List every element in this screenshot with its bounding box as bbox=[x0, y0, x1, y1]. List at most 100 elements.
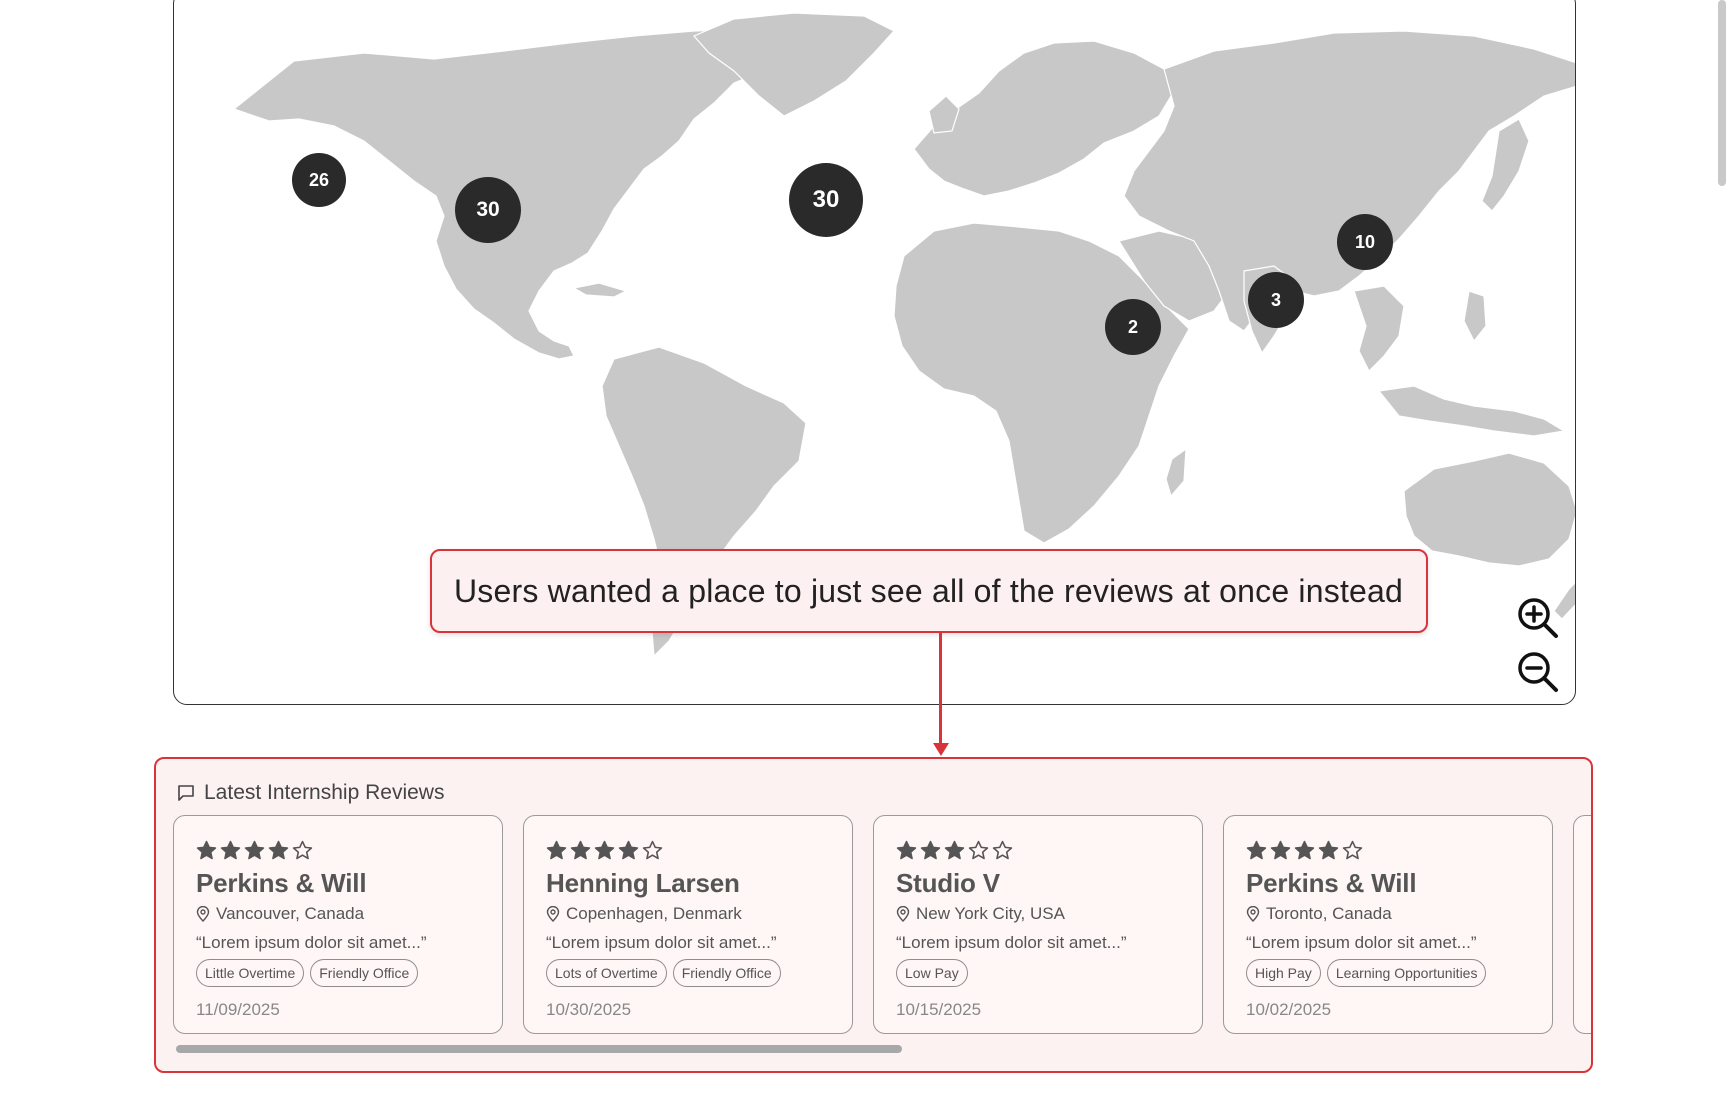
star-rating bbox=[546, 840, 663, 861]
japan-land bbox=[1481, 118, 1530, 212]
star-rating bbox=[896, 840, 1013, 861]
tag-list: Low Pay bbox=[896, 959, 968, 987]
company-name: Perkins & Will bbox=[1246, 868, 1417, 898]
zoom-in-icon bbox=[1518, 598, 1558, 638]
location-text: New York City, USA bbox=[916, 904, 1065, 923]
star-empty-icon bbox=[1342, 840, 1363, 860]
page-scrollbar[interactable] bbox=[1714, 0, 1728, 1104]
tag-chip[interactable]: Little Overtime bbox=[196, 959, 305, 987]
review-card[interactable]: Perkins & Will Toronto, Canada “Lorem ipsu… bbox=[1223, 815, 1553, 1034]
review-date: 10/30/2025 bbox=[546, 1000, 632, 1019]
annotation-arrow-head bbox=[933, 743, 949, 756]
tag-list: Lots of Overtime Friendly Office bbox=[546, 959, 781, 987]
philippines-land bbox=[1463, 290, 1487, 343]
review-cards-carousel[interactable]: Perkins & Will Vancouver, Canada “Lorem ip… bbox=[173, 815, 1591, 1035]
cluster-count: 26 bbox=[308, 169, 330, 190]
cluster-count: 30 bbox=[476, 198, 500, 221]
review-card[interactable]: Henning Larsen Copenhagen, Denmark “Lorem … bbox=[523, 815, 853, 1034]
cluster-count: 2 bbox=[1127, 316, 1138, 337]
tag-chip[interactable]: Lots of Overtime bbox=[546, 959, 667, 987]
location: New York City, USA bbox=[896, 904, 1065, 924]
star-filled-icon bbox=[896, 840, 917, 860]
review-excerpt: “Lorem ipsum dolor sit amet...” bbox=[196, 933, 427, 952]
star-filled-icon bbox=[546, 840, 567, 860]
zoom-out-icon bbox=[1518, 652, 1558, 692]
tag-list: High Pay Learning Opportunities bbox=[1246, 959, 1487, 987]
star-filled-icon bbox=[618, 840, 639, 860]
tag-list: Little Overtime Friendly Office bbox=[196, 959, 419, 987]
indonesia-land bbox=[1377, 385, 1566, 437]
star-rating bbox=[196, 840, 313, 861]
star-filled-icon bbox=[1246, 840, 1267, 860]
cluster-southeast-asia[interactable]: 3 bbox=[1248, 272, 1304, 328]
annotation-text: Users wanted a place to just see all of … bbox=[454, 572, 1404, 609]
carousel-scrollbar[interactable] bbox=[176, 1045, 902, 1053]
tag-chip[interactable]: Low Pay bbox=[896, 959, 968, 987]
annotation-callout: Users wanted a place to just see all of … bbox=[430, 549, 1428, 633]
company-name: Studio V bbox=[896, 868, 1000, 898]
zoom-out-button[interactable] bbox=[1516, 650, 1560, 694]
section-title: Latest Internship Reviews bbox=[204, 781, 445, 804]
southeast-asia-land bbox=[1353, 285, 1405, 373]
madagascar-land bbox=[1165, 447, 1187, 498]
section-header: Latest Internship Reviews bbox=[176, 781, 444, 805]
map-pin-icon bbox=[546, 906, 560, 922]
review-date: 10/15/2025 bbox=[896, 1000, 982, 1019]
review-excerpt: “Lorem ipsum dolor sit amet...” bbox=[1246, 933, 1477, 952]
tag-chip[interactable]: Friendly Office bbox=[672, 959, 781, 987]
map-pin-icon bbox=[1246, 906, 1260, 922]
company-name: Perkins & Will bbox=[196, 868, 367, 898]
location: Vancouver, Canada bbox=[196, 904, 364, 924]
review-card-next-partial[interactable] bbox=[1573, 815, 1591, 1034]
star-filled-icon bbox=[244, 840, 265, 860]
star-filled-icon bbox=[1270, 840, 1291, 860]
cluster-count: 3 bbox=[1270, 289, 1281, 310]
zoom-in-button[interactable] bbox=[1516, 596, 1560, 640]
review-excerpt: “Lorem ipsum dolor sit amet...” bbox=[546, 933, 777, 952]
location-text: Toronto, Canada bbox=[1266, 904, 1392, 923]
star-filled-icon bbox=[594, 840, 615, 860]
location-text: Copenhagen, Denmark bbox=[566, 904, 742, 923]
latest-reviews-section: Latest Internship Reviews Perkins & Will… bbox=[154, 757, 1593, 1073]
star-filled-icon bbox=[944, 840, 965, 860]
star-filled-icon bbox=[1318, 840, 1339, 860]
star-filled-icon bbox=[570, 840, 591, 860]
review-date: 11/09/2025 bbox=[196, 1000, 280, 1019]
review-card[interactable]: Studio V New York City, USA “Lorem ipsum d… bbox=[873, 815, 1203, 1034]
tag-chip[interactable]: High Pay bbox=[1246, 959, 1321, 987]
cluster-western-north-america[interactable]: 26 bbox=[292, 153, 346, 207]
tag-chip[interactable]: Learning Opportunities bbox=[1326, 959, 1487, 987]
review-date: 10/02/2025 bbox=[1246, 1000, 1332, 1019]
annotation-arrow-line bbox=[939, 633, 942, 745]
location-text: Vancouver, Canada bbox=[216, 904, 365, 923]
caribbean-land bbox=[572, 282, 628, 298]
location: Copenhagen, Denmark bbox=[546, 904, 742, 924]
star-rating bbox=[1246, 840, 1363, 861]
cluster-europe[interactable]: 30 bbox=[789, 163, 863, 237]
star-filled-icon bbox=[220, 840, 241, 860]
page-scrollbar-thumb[interactable] bbox=[1718, 0, 1726, 186]
map-pin-icon bbox=[196, 906, 210, 922]
cluster-japan[interactable]: 10 bbox=[1337, 214, 1393, 270]
cluster-india[interactable]: 2 bbox=[1105, 299, 1161, 355]
map-pin-icon bbox=[896, 906, 910, 922]
star-filled-icon bbox=[920, 840, 941, 860]
australia-land bbox=[1403, 452, 1575, 567]
star-empty-icon bbox=[292, 840, 313, 860]
star-empty-icon bbox=[992, 840, 1013, 860]
tag-chip[interactable]: Friendly Office bbox=[310, 959, 419, 987]
star-empty-icon bbox=[968, 840, 989, 860]
cluster-count: 10 bbox=[1354, 231, 1376, 252]
star-filled-icon bbox=[1294, 840, 1315, 860]
review-card[interactable]: Perkins & Will Vancouver, Canada “Lorem ip… bbox=[173, 815, 503, 1034]
review-excerpt: “Lorem ipsum dolor sit amet...” bbox=[896, 933, 1127, 952]
company-name: Henning Larsen bbox=[546, 868, 740, 898]
star-filled-icon bbox=[268, 840, 289, 860]
location: Toronto, Canada bbox=[1246, 904, 1392, 924]
greenland-land bbox=[692, 12, 895, 117]
star-filled-icon bbox=[196, 840, 217, 860]
cluster-count: 30 bbox=[812, 186, 840, 213]
cluster-eastern-north-america[interactable]: 30 bbox=[455, 177, 521, 243]
star-empty-icon bbox=[642, 840, 663, 860]
chat-bubble-icon bbox=[178, 785, 194, 801]
